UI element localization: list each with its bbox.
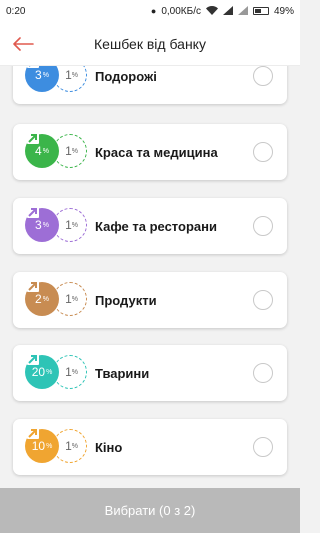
wifi-icon <box>205 5 218 17</box>
arrow-up-right-icon <box>27 206 39 218</box>
app-bar: Кешбек від банку <box>0 22 300 66</box>
status-icons: ● 0,00КБ/с 49% <box>150 5 294 17</box>
cashback-badge: 3% 1% <box>25 66 87 96</box>
category-card[interactable]: 3% 1% Подорожі <box>13 66 287 104</box>
status-time: 0:20 <box>6 5 26 17</box>
category-label: Кіно <box>95 439 123 455</box>
category-card[interactable]: 2% 1% Продукти <box>13 272 287 328</box>
cashback-badge: 4% 1% <box>25 132 87 172</box>
cashback-percent: 3% <box>25 66 59 92</box>
cashback-badge: 10% 1% <box>25 427 87 467</box>
arrow-up-right-icon <box>27 280 39 292</box>
category-card[interactable]: 4% 1% Краса та медицина <box>13 124 287 180</box>
category-label: Тварини <box>95 365 150 381</box>
category-card[interactable]: 20% 1% Тварини <box>13 345 287 401</box>
notification-icon: ● <box>150 6 157 16</box>
signal-icon-2 <box>237 5 248 17</box>
choose-button[interactable]: Вибрати (0 з 2) <box>0 488 300 533</box>
category-label: Кафе та ресторани <box>95 218 217 234</box>
battery-icon <box>252 7 269 15</box>
category-label: Продукти <box>95 292 157 308</box>
category-label: Краса та медицина <box>95 144 218 160</box>
battery-percent: 49% <box>273 5 294 17</box>
category-card[interactable]: 3% 1% Кафе та ресторани <box>13 198 287 254</box>
category-radio[interactable] <box>253 290 273 310</box>
category-radio[interactable] <box>253 363 273 383</box>
category-list[interactable]: 3% 1% Подорожі 4% 1% Краса та медицина 3… <box>0 66 300 488</box>
cashback-badge: 3% 1% <box>25 206 87 246</box>
back-button[interactable] <box>8 29 38 59</box>
signal-icon <box>222 5 233 17</box>
arrow-up-right-icon <box>27 66 39 68</box>
network-speed: 0,00КБ/с <box>161 5 201 17</box>
category-card[interactable]: 10% 1% Кіно <box>13 419 287 475</box>
arrow-up-right-icon <box>27 427 39 439</box>
arrow-up-right-icon <box>27 132 39 144</box>
status-bar: 0:20 ● 0,00КБ/с 49% <box>0 0 300 22</box>
category-radio[interactable] <box>253 216 273 236</box>
category-label: Подорожі <box>95 68 157 84</box>
cashback-badge: 2% 1% <box>25 280 87 320</box>
category-radio[interactable] <box>253 437 273 457</box>
page-title: Кешбек від банку <box>94 35 206 52</box>
arrow-left-icon <box>13 37 34 51</box>
arrow-up-right-icon <box>27 353 39 365</box>
cashback-badge: 20% 1% <box>25 353 87 393</box>
category-radio[interactable] <box>253 66 273 86</box>
category-radio[interactable] <box>253 142 273 162</box>
